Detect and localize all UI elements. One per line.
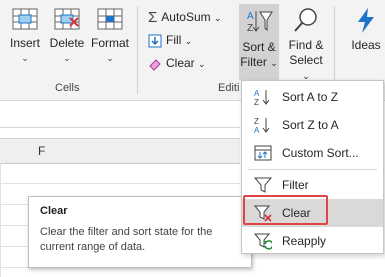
- sort-filter-icon: A Z: [247, 11, 273, 34]
- svg-text:A: A: [254, 89, 260, 98]
- chevron-down-icon: ⌄: [63, 53, 71, 63]
- menu-item-label: Sort A to Z: [282, 90, 339, 104]
- autosum-label: AutoSum: [161, 10, 211, 24]
- grid-line: [0, 163, 1, 277]
- custom-sort-icon: [254, 145, 272, 161]
- sort-z-a-icon: Z A: [254, 117, 270, 134]
- chevron-down-icon: ⌄: [184, 36, 193, 46]
- tooltip: Clear Clear the filter and sort state fo…: [28, 196, 252, 268]
- delete-button[interactable]: Delete ⌄: [48, 6, 86, 66]
- sort-filter-label-2: Filter: [240, 55, 267, 69]
- highlight-box: [243, 195, 328, 225]
- clear-label: Clear: [166, 56, 195, 70]
- ideas-button[interactable]: Ideas: [348, 6, 384, 53]
- chevron-down-icon: ⌄: [106, 53, 114, 63]
- chevron-down-icon: ⌄: [270, 58, 278, 68]
- chevron-down-icon: ⌄: [21, 53, 29, 63]
- menu-item-label: Filter: [282, 178, 309, 192]
- insert-button[interactable]: Insert ⌄: [6, 6, 44, 66]
- lightning-icon: [358, 8, 374, 33]
- svg-text:A: A: [247, 11, 254, 22]
- reapply-icon: [254, 233, 272, 250]
- svg-text:A: A: [254, 126, 260, 134]
- sort-filter-button[interactable]: A Z Sort & Filter ⌄: [239, 4, 279, 80]
- menu-separator: [248, 169, 377, 170]
- delete-cells-icon: [54, 8, 80, 30]
- menu-item-custom-sort[interactable]: Custom Sort...: [242, 139, 383, 167]
- find-select-button[interactable]: Find & Select ⌄: [284, 6, 328, 84]
- cells-group-label: Cells: [55, 82, 80, 94]
- sort-a-z-icon: A Z: [254, 89, 270, 106]
- menu-item-label: Reapply: [282, 234, 327, 248]
- chevron-down-icon: ⌄: [198, 59, 206, 69]
- menu-item-label: Sort Z to A: [282, 118, 339, 132]
- fill-button[interactable]: Fill ⌄: [148, 31, 192, 49]
- svg-text:Z: Z: [247, 23, 253, 34]
- tooltip-title: Clear: [40, 205, 68, 217]
- find-select-label: Find &: [288, 38, 324, 52]
- delete-label: Delete: [49, 36, 85, 50]
- filter-icon: [254, 177, 272, 193]
- sort-filter-menu: A Z Sort A to Z Z A Sort Z to A Custom S…: [241, 80, 384, 254]
- format-label: Format: [90, 36, 129, 50]
- sigma-icon: Σ: [148, 8, 158, 26]
- insert-label: Insert: [9, 36, 40, 50]
- fill-label: Fill: [166, 33, 182, 47]
- tooltip-description: Clear the filter and sort state for the …: [40, 226, 213, 253]
- menu-item-sort-a-z[interactable]: A Z Sort A to Z: [242, 83, 383, 111]
- menu-item-sort-z-a[interactable]: Z A Sort Z to A: [242, 111, 383, 139]
- menu-item-reapply[interactable]: Reapply: [242, 227, 383, 255]
- grid-line: [0, 183, 240, 184]
- formula-bar[interactable]: [0, 101, 240, 128]
- group-divider: [137, 6, 138, 94]
- format-cells-icon: [97, 8, 123, 30]
- magnifier-icon: [294, 8, 317, 32]
- column-header-row: F: [0, 138, 240, 164]
- column-header-f[interactable]: F: [38, 144, 45, 158]
- format-button[interactable]: Format ⌄: [89, 6, 131, 66]
- fill-down-icon: [148, 34, 162, 48]
- sort-filter-label: Sort &: [242, 40, 276, 54]
- ideas-label: Ideas: [351, 38, 381, 52]
- autosum-button[interactable]: Σ AutoSum ⌄: [148, 8, 222, 26]
- svg-text:Z: Z: [254, 98, 259, 106]
- chevron-down-icon: ⌄: [213, 13, 222, 23]
- svg-text:Z: Z: [254, 117, 259, 126]
- eraser-icon: [149, 59, 161, 71]
- clear-button[interactable]: Clear ⌄: [148, 54, 206, 72]
- editing-group-label: Editi: [218, 82, 240, 94]
- insert-cells-icon: [12, 8, 38, 30]
- menu-item-label: Custom Sort...: [282, 146, 359, 160]
- find-select-label-2: Select: [289, 53, 323, 67]
